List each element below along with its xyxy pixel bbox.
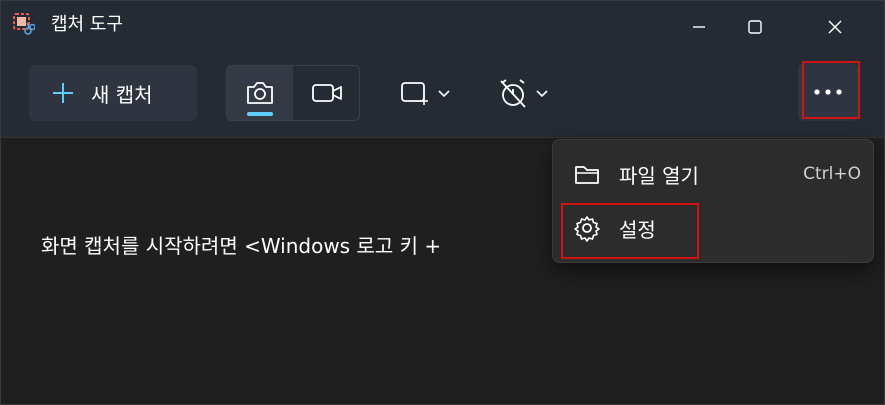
more-dots-icon bbox=[814, 89, 842, 95]
minimize-button[interactable] bbox=[669, 1, 729, 53]
plus-icon bbox=[53, 83, 73, 103]
rectangle-snip-icon bbox=[401, 82, 428, 105]
snip-shape-dropdown[interactable] bbox=[399, 65, 451, 121]
snipping-tool-app-icon bbox=[13, 13, 35, 35]
menu-item-open-file[interactable]: 파일 열기 Ctrl+O bbox=[559, 148, 867, 200]
title-bar: 캡처 도구 bbox=[1, 1, 884, 53]
video-mode-button[interactable] bbox=[294, 66, 360, 120]
minimize-icon bbox=[693, 26, 705, 28]
menu-item-label: 설정 bbox=[619, 217, 656, 242]
menu-item-shortcut: Ctrl+O bbox=[803, 164, 861, 184]
chevron-down-icon bbox=[438, 90, 450, 98]
gear-icon bbox=[574, 216, 600, 242]
window-title: 캡처 도구 bbox=[51, 14, 123, 35]
maximize-icon bbox=[748, 20, 762, 34]
chevron-down-icon bbox=[536, 90, 548, 98]
timer-off-icon bbox=[500, 79, 526, 108]
see-more-button[interactable] bbox=[798, 63, 858, 121]
capture-hint-text: 화면 캡처를 시작하려면 <Windows 로고 키 + bbox=[41, 234, 442, 258]
timer-dropdown[interactable] bbox=[497, 65, 549, 121]
new-capture-label: 새 캡처 bbox=[91, 82, 153, 107]
menu-item-settings[interactable]: 설정 bbox=[559, 202, 867, 254]
active-mode-indicator bbox=[247, 112, 273, 116]
close-button[interactable] bbox=[805, 1, 865, 53]
menu-item-label: 파일 열기 bbox=[619, 163, 699, 188]
more-options-menu: 파일 열기 Ctrl+O 설정 bbox=[552, 139, 874, 263]
camera-icon bbox=[247, 82, 273, 104]
video-camera-icon bbox=[312, 84, 342, 102]
screenshot-mode-button[interactable] bbox=[227, 66, 293, 120]
toolbar: 새 캡처 bbox=[1, 53, 884, 138]
maximize-button[interactable] bbox=[725, 1, 785, 53]
new-capture-button[interactable]: 새 캡처 bbox=[29, 65, 197, 121]
folder-icon bbox=[575, 166, 599, 184]
capture-mode-group bbox=[226, 65, 360, 121]
snipping-tool-window: 캡처 도구 새 캡처 화면 캡처를 시작하려면 <Windows 로고 키 + … bbox=[0, 0, 885, 405]
close-icon bbox=[828, 20, 842, 34]
